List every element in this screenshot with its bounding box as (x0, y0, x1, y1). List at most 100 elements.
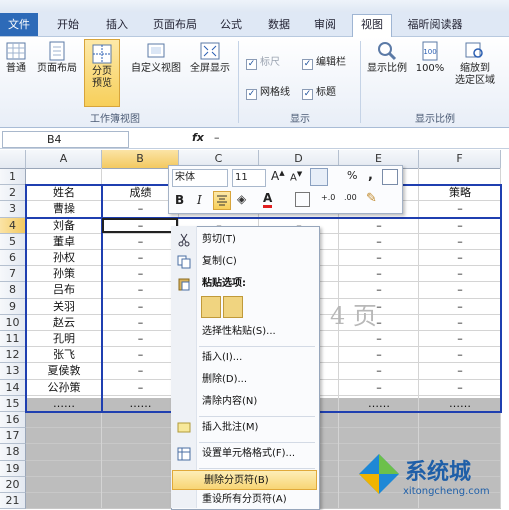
menu-separator (199, 468, 315, 469)
cell-value: – (457, 234, 463, 248)
comment-icon (177, 422, 191, 433)
decrease-decimal-icon[interactable]: .00 (344, 193, 357, 202)
menu-separator (199, 442, 315, 443)
center-align-icon[interactable] (213, 191, 231, 210)
paste-option-icon[interactable] (201, 296, 221, 318)
cell-name: 曹操 (53, 202, 75, 216)
menu-item-reset-all-page-breaks[interactable]: 重设所有分页符(A) (171, 490, 318, 510)
cell-value: – (376, 218, 382, 232)
format-painter-icon[interactable]: ✎ (366, 191, 377, 206)
italic-button[interactable]: I (197, 193, 202, 207)
bold-button[interactable]: B (175, 193, 184, 207)
row-header-17[interactable]: 17 (0, 428, 26, 445)
row-header-2[interactable]: 2 (0, 185, 26, 202)
cell-value: – (457, 364, 463, 378)
tab-formulas[interactable]: 公式 (214, 15, 248, 35)
percent-style-button[interactable]: % (347, 169, 357, 182)
custom-views-button[interactable]: 自定义视图 (128, 41, 184, 75)
row-header-12[interactable]: 12 (0, 347, 26, 364)
row-header-3[interactable]: 3 (0, 201, 26, 218)
menu-item-insert-comment[interactable]: 插入批注(M) (171, 418, 318, 438)
menu-item-format-cells[interactable]: 设置单元格格式(F)... (171, 444, 318, 464)
menu-item-paste-special[interactable]: 选择性粘贴(S)... (171, 322, 318, 342)
borders-icon[interactable] (295, 192, 310, 207)
tab-insert[interactable]: 插入 (100, 15, 134, 35)
name-box[interactable]: B4 (2, 131, 129, 148)
row-header-7[interactable]: 7 (0, 266, 26, 283)
column-header-a[interactable]: A (26, 150, 102, 169)
cell-value: – (376, 332, 382, 345)
row-header-21[interactable]: 21 (0, 493, 26, 510)
accounting-format-icon[interactable] (310, 168, 328, 186)
row-header-18[interactable]: 18 (0, 444, 26, 461)
cell-value: – (376, 348, 382, 362)
tab-foxit-reader[interactable]: 福昕阅读器 (400, 15, 470, 35)
column-header-f[interactable]: F (419, 150, 501, 169)
row-header-20[interactable]: 20 (0, 476, 26, 493)
copy-icon (177, 255, 191, 269)
font-name-select[interactable]: 宋体 (172, 169, 228, 187)
menu-item-cut[interactable]: 剪切(T) (171, 230, 318, 250)
fill-color-icon[interactable]: ◈ (237, 192, 246, 206)
paste-values-icon[interactable] (223, 296, 243, 318)
cell-value: – (137, 380, 144, 394)
cell-value: – (137, 251, 144, 264)
row-header-4[interactable]: 4 (0, 217, 26, 234)
row-header-14[interactable]: 14 (0, 379, 26, 396)
font-size-select[interactable]: 11 (232, 169, 266, 187)
grow-font-icon[interactable]: A▲ (271, 169, 285, 183)
row-header-1[interactable]: 1 (0, 169, 26, 186)
tab-review[interactable]: 审阅 (308, 15, 342, 35)
row-header-19[interactable]: 19 (0, 460, 26, 477)
menu-item-remove-page-break[interactable]: 删除分页符(B) (172, 470, 317, 490)
row-header-5[interactable]: 5 (0, 233, 26, 250)
cell-value: – (376, 251, 382, 264)
shrink-font-icon[interactable]: A▼ (290, 170, 302, 183)
watermark-en-text: xitongcheng.com (403, 486, 490, 497)
zoom-to-selection-button[interactable]: 缩放到 选定区域 (450, 41, 500, 87)
cell-value: – (457, 380, 463, 394)
menu-item-copy[interactable]: 复制(C) (171, 252, 318, 272)
ruler-checkbox[interactable]: ✓ 标尺 (246, 53, 280, 70)
row-header-8[interactable]: 8 (0, 282, 26, 299)
select-all-corner[interactable] (0, 150, 26, 169)
comma-style-button[interactable]: , (368, 168, 373, 183)
page-layout-view-button[interactable]: 页面布局 (33, 41, 81, 75)
zoom-button[interactable]: 显示比例 (364, 41, 410, 75)
headings-checkbox[interactable]: ✓ 标题 (302, 83, 336, 100)
cell-value: – (457, 218, 463, 232)
row-header-13[interactable]: 13 (0, 363, 26, 380)
page-number-watermark: 4 页 (330, 302, 377, 330)
page-break-preview-button[interactable]: 分页 预览 (84, 39, 120, 107)
tab-home[interactable]: 开始 (52, 15, 84, 35)
formula-input[interactable]: – (214, 131, 220, 144)
font-color-icon[interactable]: A (263, 191, 273, 208)
normal-view-button[interactable]: 普通 (2, 41, 30, 75)
tab-page-layout[interactable]: 页面布局 (148, 15, 202, 35)
row-header-15[interactable]: 15 (0, 395, 26, 412)
row-header-16[interactable]: 16 (0, 412, 26, 429)
row-header-11[interactable]: 11 (0, 331, 26, 348)
tab-view[interactable]: 视图 (352, 14, 392, 37)
ribbon-tab-bar: 文件 开始 插入 页面布局 公式 数据 审阅 视图 福昕阅读器 (0, 12, 509, 37)
tab-file[interactable]: 文件 (0, 13, 38, 36)
full-screen-button[interactable]: 全屏显示 (186, 41, 234, 75)
gridlines-checkbox[interactable]: ✓ 网格线 (246, 83, 290, 100)
format-painter-grid-icon[interactable] (382, 169, 398, 185)
zoom-100-button[interactable]: 100 100% (412, 41, 448, 75)
cell-name: 孙策 (53, 267, 75, 281)
menu-item-insert[interactable]: 插入(I)... (171, 348, 318, 368)
row-header-10[interactable]: 10 (0, 314, 26, 331)
tab-data[interactable]: 数据 (262, 15, 296, 35)
row-header-9[interactable]: 9 (0, 298, 26, 315)
menu-item-clear-contents[interactable]: 清除内容(N) (171, 392, 318, 412)
menu-item-delete[interactable]: 删除(D)... (171, 370, 318, 390)
active-cell-b4[interactable] (102, 217, 178, 233)
formula-bar-checkbox[interactable]: ✓ 编辑栏 (302, 53, 346, 70)
row-header-6[interactable]: 6 (0, 250, 26, 267)
cell-value: – (376, 380, 382, 394)
increase-decimal-icon[interactable]: +.0 (321, 193, 335, 202)
cell-value: – (457, 283, 463, 297)
page-break-border (500, 184, 502, 413)
fx-icon[interactable]: fx (192, 131, 204, 144)
